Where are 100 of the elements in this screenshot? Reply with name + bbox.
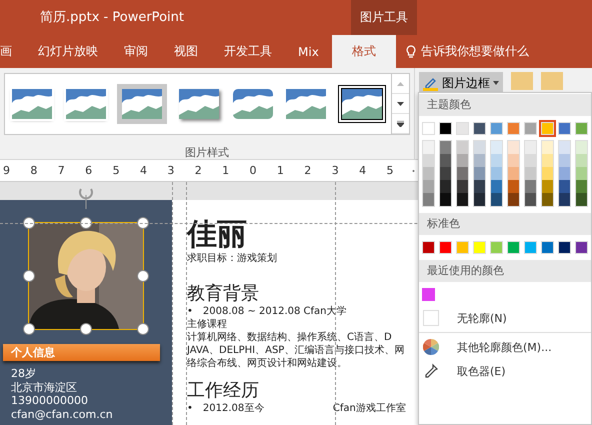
color-swatch[interactable] bbox=[542, 180, 553, 193]
color-swatch[interactable] bbox=[507, 241, 520, 254]
color-swatch[interactable] bbox=[541, 241, 554, 254]
menu-item[interactable]: 无轮廓(N) bbox=[419, 306, 591, 330]
color-swatch[interactable] bbox=[456, 241, 469, 254]
color-swatch[interactable] bbox=[559, 141, 570, 154]
color-swatch[interactable] bbox=[559, 180, 570, 193]
ribbon-tab[interactable]: 格式 bbox=[332, 35, 396, 68]
color-swatch[interactable] bbox=[559, 154, 570, 167]
color-swatch[interactable] bbox=[525, 193, 536, 206]
color-swatch[interactable] bbox=[423, 141, 434, 154]
color-swatch[interactable] bbox=[558, 122, 571, 135]
color-swatch[interactable] bbox=[457, 141, 468, 154]
color-swatch[interactable] bbox=[525, 141, 536, 154]
color-swatch[interactable] bbox=[508, 141, 519, 154]
color-swatch[interactable] bbox=[423, 167, 434, 180]
color-swatch[interactable] bbox=[491, 141, 502, 154]
caret-down-icon bbox=[397, 102, 404, 106]
color-swatch[interactable] bbox=[456, 122, 469, 135]
color-swatch[interactable] bbox=[542, 193, 553, 206]
color-swatch[interactable] bbox=[490, 241, 503, 254]
color-swatch[interactable] bbox=[423, 154, 434, 167]
color-swatch[interactable] bbox=[525, 154, 536, 167]
color-swatch[interactable] bbox=[542, 154, 553, 167]
color-swatch[interactable] bbox=[474, 193, 485, 206]
color-swatch[interactable] bbox=[491, 167, 502, 180]
color-swatch[interactable] bbox=[474, 167, 485, 180]
selection-handle[interactable] bbox=[23, 217, 35, 229]
ribbon-tab[interactable]: Mix bbox=[285, 35, 332, 68]
color-swatch[interactable] bbox=[525, 180, 536, 193]
color-swatch[interactable] bbox=[491, 180, 502, 193]
selection-handle[interactable] bbox=[80, 323, 92, 335]
menu-item[interactable]: 其他轮廓颜色(M)... bbox=[419, 335, 591, 359]
color-swatch[interactable] bbox=[525, 167, 536, 180]
color-swatch[interactable] bbox=[558, 241, 571, 254]
color-swatch[interactable] bbox=[457, 193, 468, 206]
color-swatch[interactable] bbox=[457, 180, 468, 193]
color-swatch[interactable] bbox=[457, 154, 468, 167]
tell-me-button[interactable]: 告诉我你想要做什么 bbox=[396, 35, 535, 68]
ribbon-tab[interactable]: 开发工具 bbox=[211, 35, 285, 68]
color-swatch[interactable] bbox=[576, 180, 587, 193]
color-swatch[interactable] bbox=[457, 167, 468, 180]
shape-icon bbox=[541, 72, 563, 90]
selection-handle[interactable] bbox=[137, 217, 149, 229]
picture-style-thumbnail[interactable] bbox=[10, 87, 54, 121]
color-swatch[interactable] bbox=[440, 193, 451, 206]
menu-item[interactable]: 取色器(E) bbox=[419, 359, 591, 383]
ribbon-tab[interactable]: 视图 bbox=[161, 35, 211, 68]
picture-style-thumbnail[interactable] bbox=[176, 87, 221, 121]
color-swatch[interactable] bbox=[576, 154, 587, 167]
picture-style-thumbnail[interactable] bbox=[64, 87, 108, 121]
color-swatch[interactable] bbox=[507, 122, 520, 135]
color-swatch[interactable] bbox=[473, 122, 486, 135]
ribbon-tab[interactable]: 审阅 bbox=[111, 35, 161, 68]
color-swatch[interactable] bbox=[559, 167, 570, 180]
color-swatch[interactable] bbox=[473, 241, 486, 254]
color-swatch[interactable] bbox=[491, 193, 502, 206]
picture-style-thumbnail[interactable] bbox=[117, 84, 168, 124]
color-swatch[interactable] bbox=[474, 154, 485, 167]
color-swatch[interactable] bbox=[474, 141, 485, 154]
ribbon-tab[interactable]: 画 bbox=[0, 35, 25, 68]
color-swatch[interactable] bbox=[508, 193, 519, 206]
picture-style-thumbnail[interactable] bbox=[284, 87, 328, 121]
color-swatch[interactable] bbox=[439, 241, 452, 254]
selection-handle[interactable] bbox=[23, 323, 35, 335]
color-swatch[interactable] bbox=[440, 167, 451, 180]
picture-border-button[interactable]: 图片边框 bbox=[419, 72, 503, 94]
color-swatch[interactable] bbox=[576, 141, 587, 154]
color-swatch[interactable] bbox=[575, 122, 588, 135]
color-swatch[interactable] bbox=[422, 241, 435, 254]
color-swatch[interactable] bbox=[508, 167, 519, 180]
color-swatch[interactable] bbox=[524, 241, 537, 254]
selection-handle[interactable] bbox=[23, 270, 35, 282]
color-swatch[interactable] bbox=[422, 288, 435, 301]
color-swatch[interactable] bbox=[440, 180, 451, 193]
color-swatch[interactable] bbox=[440, 141, 451, 154]
color-swatch[interactable] bbox=[423, 193, 434, 206]
color-swatch[interactable] bbox=[524, 122, 537, 135]
color-swatch[interactable] bbox=[490, 122, 503, 135]
color-swatch[interactable] bbox=[491, 154, 502, 167]
ribbon-tab[interactable]: 幻灯片放映 bbox=[25, 35, 111, 68]
color-swatch[interactable] bbox=[508, 154, 519, 167]
color-swatch[interactable] bbox=[474, 180, 485, 193]
color-swatch[interactable] bbox=[542, 141, 553, 154]
rotate-handle-icon[interactable] bbox=[78, 187, 94, 209]
color-swatch[interactable] bbox=[576, 193, 587, 206]
color-swatch[interactable] bbox=[542, 167, 553, 180]
selection-handle[interactable] bbox=[137, 270, 149, 282]
color-swatch[interactable] bbox=[541, 122, 554, 135]
color-swatch[interactable] bbox=[576, 167, 587, 180]
color-swatch[interactable] bbox=[422, 122, 435, 135]
color-swatch[interactable] bbox=[423, 180, 434, 193]
picture-style-thumbnail[interactable] bbox=[338, 85, 386, 123]
color-swatch[interactable] bbox=[559, 193, 570, 206]
color-swatch[interactable] bbox=[439, 122, 452, 135]
selection-handle[interactable] bbox=[137, 323, 149, 335]
picture-style-thumbnail[interactable] bbox=[230, 87, 275, 121]
color-swatch[interactable] bbox=[508, 180, 519, 193]
color-swatch[interactable] bbox=[440, 154, 451, 167]
color-swatch[interactable] bbox=[575, 241, 588, 254]
